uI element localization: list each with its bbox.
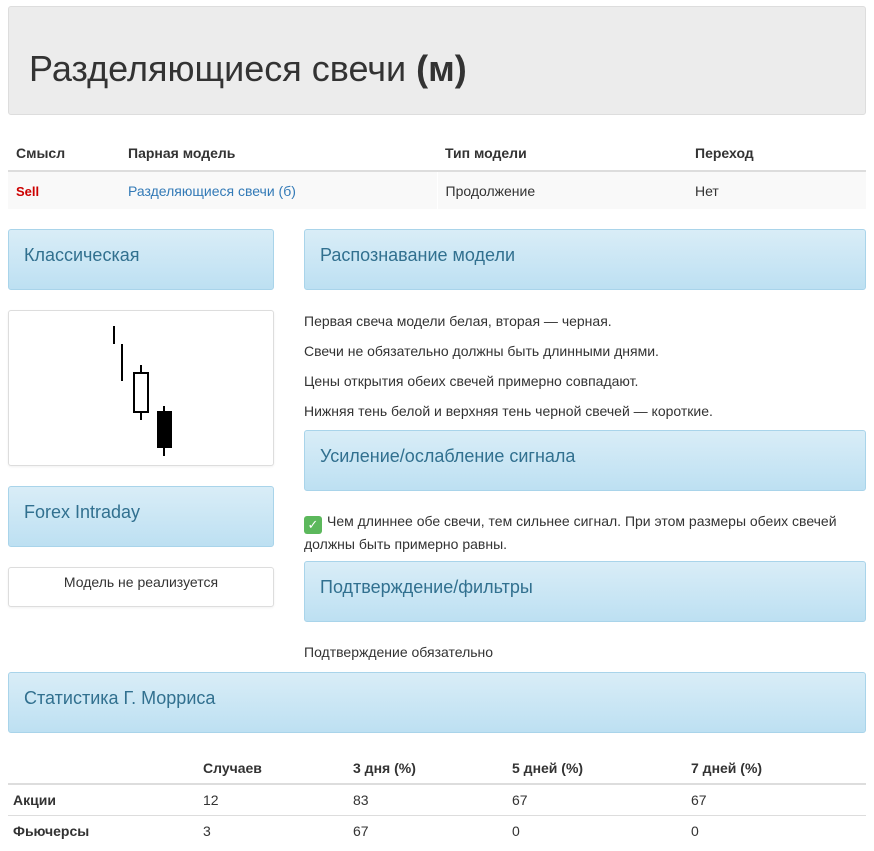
candlestick-pattern-icon [113,326,172,456]
col-model-type: Тип модели [437,135,687,172]
table-row: Акции 12 83 67 67 [8,783,866,815]
table-row: Фьючерсы 3 67 0 0 [8,814,866,846]
col-pair-model: Парная модель [120,135,437,172]
recognition-panel: Распознавание модели [304,229,866,290]
recognition-line-1: Первая свеча модели белая, вторая — черн… [304,313,612,329]
confirmation-title: Подтверждение/фильтры [320,577,533,597]
signal-panel: Усиление/ослабление сигнала [304,430,866,491]
title-text: Разделяющиеся свечи [29,48,417,89]
stats-col-empty [8,752,198,785]
forex-panel: Forex Intraday [8,486,274,547]
stats-cell: 12 [198,783,348,815]
forex-text: Модель не реализуется [63,574,219,590]
stats-col-5days: 5 дней (%) [507,752,686,785]
page-title: Разделяющиеся свечи (м) [29,49,467,89]
classic-title: Классическая [24,245,140,265]
signal-title: Усиление/ослабление сигнала [320,446,576,466]
stats-cell: 83 [348,783,507,815]
signal-text-block: ✓ Чем длиннее обе свечи, тем сильнее сигн… [304,511,849,554]
stats-cell: 0 [507,814,686,846]
stats-col-3days: 3 дня (%) [348,752,507,785]
stats-panel: Статистика Г. Морриса [8,672,866,733]
page-header: Разделяющиеся свечи (м) [8,6,866,115]
signal-sell: Sell [16,183,40,199]
candlestick-image [8,310,274,466]
forex-title: Forex Intraday [24,502,141,522]
recognition-title: Распознавание модели [320,245,516,265]
stats-row-label: Акции [8,783,198,815]
stats-cell: 67 [348,814,507,846]
signal-text: Чем длиннее обе свечи, тем сильнее сигна… [304,513,837,552]
pair-model-link[interactable]: Разделяющиеся свечи (б) [128,183,296,199]
stats-cell: 67 [507,783,686,815]
model-info-table: Смысл Парная модель Тип модели Переход S… [8,135,866,209]
stats-col-cases: Случаев [198,752,348,785]
recognition-line-2: Свечи не обязательно должны быть длинным… [304,343,659,359]
forex-box: Модель не реализуется [8,567,274,607]
checkmark-icon: ✓ [304,516,322,534]
classic-panel: Классическая [8,229,274,290]
table-row: Sell Разделяющиеся свечи (б) Продолжение… [8,171,866,209]
stats-table: Случаев 3 дня (%) 5 дней (%) 7 дней (%) … [8,752,866,846]
col-transition: Переход [687,135,866,172]
recognition-line-4: Нижняя тень белой и верхняя тень черной … [304,403,713,419]
transition-value: Нет [687,171,866,209]
col-meaning: Смысл [8,135,120,172]
confirmation-panel: Подтверждение/фильтры [304,561,866,622]
stats-row-label: Фьючерсы [8,814,198,846]
recognition-line-3: Цены открытия обеих свечей примерно совп… [304,373,639,389]
model-type-value: Продолжение [436,171,687,209]
stats-cell: 0 [686,814,866,846]
stats-title: Статистика Г. Морриса [24,688,216,708]
stats-cell: 67 [686,783,866,815]
title-suffix: (м) [416,48,467,89]
stats-col-7days: 7 дней (%) [686,752,866,785]
confirmation-text: Подтверждение обязательно [304,644,494,660]
stats-cell: 3 [198,814,348,846]
